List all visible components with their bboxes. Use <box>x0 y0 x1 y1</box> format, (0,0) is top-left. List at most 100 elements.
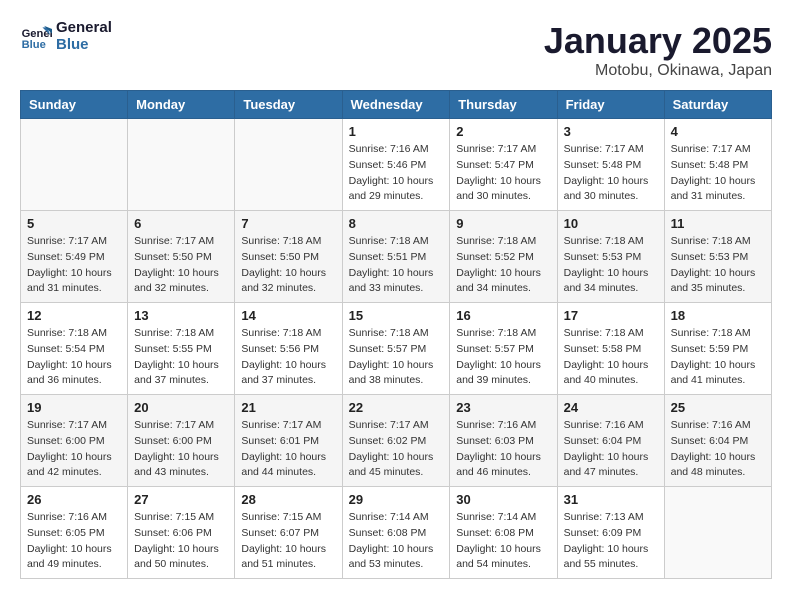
day-info: Sunrise: 7:18 AM Sunset: 5:54 PM Dayligh… <box>27 326 121 389</box>
day-info: Sunrise: 7:16 AM Sunset: 6:04 PM Dayligh… <box>564 418 658 481</box>
day-info: Sunrise: 7:17 AM Sunset: 6:00 PM Dayligh… <box>134 418 228 481</box>
logo-icon: General Blue <box>20 21 52 53</box>
day-number: 29 <box>349 492 444 507</box>
col-header-friday: Friday <box>557 91 664 119</box>
day-number: 7 <box>241 216 335 231</box>
day-number: 28 <box>241 492 335 507</box>
title-block: January 2025 Motobu, Okinawa, Japan <box>544 20 772 80</box>
day-info: Sunrise: 7:18 AM Sunset: 5:59 PM Dayligh… <box>671 326 765 389</box>
col-header-saturday: Saturday <box>664 91 771 119</box>
calendar-cell: 14 Sunrise: 7:18 AM Sunset: 5:56 PM Dayli… <box>235 303 342 395</box>
calendar-week-3: 12Sunrise: 7:18 AM Sunset: 5:54 PM Dayli… <box>21 303 772 395</box>
day-number: 26 <box>27 492 121 507</box>
day-info: Sunrise: 7:18 AM Sunset: 5:53 PM Dayligh… <box>564 234 658 297</box>
logo: General Blue General Blue <box>20 20 112 53</box>
calendar-cell <box>128 119 235 211</box>
day-info: Sunrise: 7:16 AM Sunset: 5:46 PM Dayligh… <box>349 142 444 205</box>
day-number: 21 <box>241 400 335 415</box>
calendar-cell: 22 Sunrise: 7:17 AM Sunset: 6:02 PM Dayli… <box>342 395 450 487</box>
svg-text:Blue: Blue <box>22 39 46 51</box>
day-number: 20 <box>134 400 228 415</box>
calendar-cell: 1 Sunrise: 7:16 AM Sunset: 5:46 PM Daylig… <box>342 119 450 211</box>
calendar-cell: 27 Sunrise: 7:15 AM Sunset: 6:06 PM Dayli… <box>128 487 235 579</box>
calendar-cell: 15 Sunrise: 7:18 AM Sunset: 5:57 PM Dayli… <box>342 303 450 395</box>
col-header-thursday: Thursday <box>450 91 557 119</box>
calendar-cell: 5 Sunrise: 7:17 AM Sunset: 5:49 PM Daylig… <box>21 211 128 303</box>
day-info: Sunrise: 7:16 AM Sunset: 6:03 PM Dayligh… <box>456 418 550 481</box>
day-number: 13 <box>134 308 228 323</box>
day-number: 5 <box>27 216 121 231</box>
day-info: Sunrise: 7:17 AM Sunset: 6:01 PM Dayligh… <box>241 418 335 481</box>
day-number: 25 <box>671 400 765 415</box>
calendar-cell: 3 Sunrise: 7:17 AM Sunset: 5:48 PM Daylig… <box>557 119 664 211</box>
calendar-cell: 29 Sunrise: 7:14 AM Sunset: 6:08 PM Dayli… <box>342 487 450 579</box>
col-header-monday: Monday <box>128 91 235 119</box>
calendar-cell: 2Sunrise: 7:17 AM Sunset: 5:47 PM Daylig… <box>450 119 557 211</box>
day-number: 15 <box>349 308 444 323</box>
day-number: 30 <box>456 492 550 507</box>
day-info: Sunrise: 7:17 AM Sunset: 5:47 PM Dayligh… <box>456 142 550 205</box>
day-number: 1 <box>349 124 444 139</box>
calendar-cell: 17Sunrise: 7:18 AM Sunset: 5:58 PM Dayli… <box>557 303 664 395</box>
calendar-week-1: 1 Sunrise: 7:16 AM Sunset: 5:46 PM Daylig… <box>21 119 772 211</box>
day-info: Sunrise: 7:16 AM Sunset: 6:05 PM Dayligh… <box>27 510 121 573</box>
day-number: 27 <box>134 492 228 507</box>
day-number: 14 <box>241 308 335 323</box>
day-info: Sunrise: 7:17 AM Sunset: 5:49 PM Dayligh… <box>27 234 121 297</box>
day-info: Sunrise: 7:17 AM Sunset: 6:02 PM Dayligh… <box>349 418 444 481</box>
calendar-cell: 26 Sunrise: 7:16 AM Sunset: 6:05 PM Dayli… <box>21 487 128 579</box>
calendar-cell: 6Sunrise: 7:17 AM Sunset: 5:50 PM Daylig… <box>128 211 235 303</box>
day-number: 11 <box>671 216 765 231</box>
day-number: 4 <box>671 124 765 139</box>
day-number: 16 <box>456 308 550 323</box>
day-number: 3 <box>564 124 658 139</box>
day-info: Sunrise: 7:18 AM Sunset: 5:53 PM Dayligh… <box>671 234 765 297</box>
day-info: Sunrise: 7:16 AM Sunset: 6:04 PM Dayligh… <box>671 418 765 481</box>
day-info: Sunrise: 7:18 AM Sunset: 5:58 PM Dayligh… <box>564 326 658 389</box>
day-info: Sunrise: 7:18 AM Sunset: 5:51 PM Dayligh… <box>349 234 444 297</box>
calendar-cell: 11 Sunrise: 7:18 AM Sunset: 5:53 PM Dayli… <box>664 211 771 303</box>
calendar-table: SundayMondayTuesdayWednesdayThursdayFrid… <box>20 90 772 579</box>
day-number: 23 <box>456 400 550 415</box>
day-info: Sunrise: 7:14 AM Sunset: 6:08 PM Dayligh… <box>456 510 550 573</box>
day-info: Sunrise: 7:14 AM Sunset: 6:08 PM Dayligh… <box>349 510 444 573</box>
day-info: Sunrise: 7:17 AM Sunset: 5:50 PM Dayligh… <box>134 234 228 297</box>
day-info: Sunrise: 7:15 AM Sunset: 6:06 PM Dayligh… <box>134 510 228 573</box>
day-info: Sunrise: 7:18 AM Sunset: 5:56 PM Dayligh… <box>241 326 335 389</box>
calendar-cell: 21 Sunrise: 7:17 AM Sunset: 6:01 PM Dayli… <box>235 395 342 487</box>
day-info: Sunrise: 7:18 AM Sunset: 5:57 PM Dayligh… <box>456 326 550 389</box>
logo-general: General <box>56 20 112 37</box>
day-number: 31 <box>564 492 658 507</box>
day-number: 18 <box>671 308 765 323</box>
col-header-tuesday: Tuesday <box>235 91 342 119</box>
calendar-week-5: 26 Sunrise: 7:16 AM Sunset: 6:05 PM Dayli… <box>21 487 772 579</box>
day-info: Sunrise: 7:17 AM Sunset: 5:48 PM Dayligh… <box>671 142 765 205</box>
month-title: January 2025 <box>544 20 772 62</box>
day-info: Sunrise: 7:18 AM Sunset: 5:50 PM Dayligh… <box>241 234 335 297</box>
calendar-cell: 16 Sunrise: 7:18 AM Sunset: 5:57 PM Dayli… <box>450 303 557 395</box>
calendar-cell: 7 Sunrise: 7:18 AM Sunset: 5:50 PM Daylig… <box>235 211 342 303</box>
calendar-cell <box>664 487 771 579</box>
col-header-sunday: Sunday <box>21 91 128 119</box>
calendar-week-4: 19Sunrise: 7:17 AM Sunset: 6:00 PM Dayli… <box>21 395 772 487</box>
day-number: 8 <box>349 216 444 231</box>
day-info: Sunrise: 7:13 AM Sunset: 6:09 PM Dayligh… <box>564 510 658 573</box>
calendar-cell: 28 Sunrise: 7:15 AM Sunset: 6:07 PM Dayli… <box>235 487 342 579</box>
day-info: Sunrise: 7:17 AM Sunset: 5:48 PM Dayligh… <box>564 142 658 205</box>
calendar-cell: 20 Sunrise: 7:17 AM Sunset: 6:00 PM Dayli… <box>128 395 235 487</box>
col-header-wednesday: Wednesday <box>342 91 450 119</box>
day-number: 22 <box>349 400 444 415</box>
page-header: General Blue General Blue January 2025 M… <box>20 20 772 80</box>
calendar-cell: 25 Sunrise: 7:16 AM Sunset: 6:04 PM Dayli… <box>664 395 771 487</box>
day-number: 10 <box>564 216 658 231</box>
day-info: Sunrise: 7:15 AM Sunset: 6:07 PM Dayligh… <box>241 510 335 573</box>
calendar-week-2: 5 Sunrise: 7:17 AM Sunset: 5:49 PM Daylig… <box>21 211 772 303</box>
calendar-cell: 12Sunrise: 7:18 AM Sunset: 5:54 PM Dayli… <box>21 303 128 395</box>
calendar-cell: 10 Sunrise: 7:18 AM Sunset: 5:53 PM Dayli… <box>557 211 664 303</box>
day-info: Sunrise: 7:17 AM Sunset: 6:00 PM Dayligh… <box>27 418 121 481</box>
calendar-cell: 13Sunrise: 7:18 AM Sunset: 5:55 PM Dayli… <box>128 303 235 395</box>
location: Motobu, Okinawa, Japan <box>544 62 772 80</box>
day-info: Sunrise: 7:18 AM Sunset: 5:57 PM Dayligh… <box>349 326 444 389</box>
calendar-cell: 24Sunrise: 7:16 AM Sunset: 6:04 PM Dayli… <box>557 395 664 487</box>
calendar-cell: 23 Sunrise: 7:16 AM Sunset: 6:03 PM Dayli… <box>450 395 557 487</box>
